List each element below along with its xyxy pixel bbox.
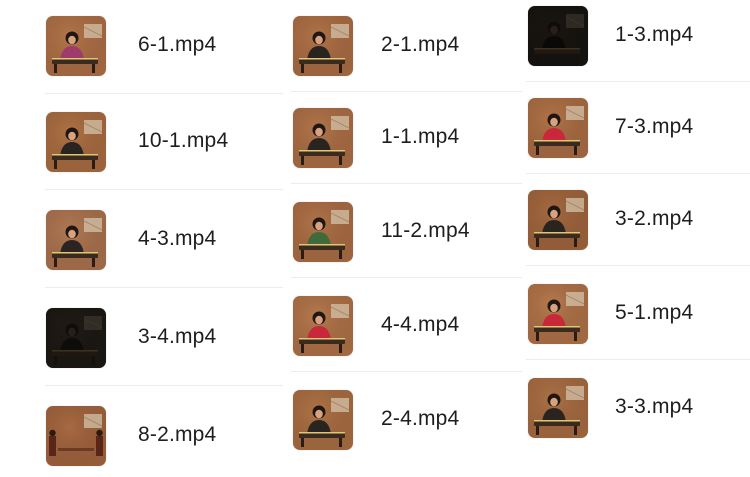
file-name[interactable]: 1-1.mp4	[381, 125, 459, 149]
file-name[interactable]: 7-3.mp4	[615, 115, 693, 139]
file-name[interactable]: 2-4.mp4	[381, 407, 459, 431]
file-item[interactable]: 3-2.mp4	[526, 174, 750, 266]
guzheng-performer-thumbnail[interactable]	[293, 108, 353, 168]
row-divider	[45, 93, 283, 94]
file-item[interactable]: 8-2.mp4	[45, 390, 283, 477]
file-item[interactable]: 1-3.mp4	[526, 0, 750, 82]
row-divider	[291, 371, 522, 372]
guzheng-performer-thumbnail[interactable]	[528, 378, 588, 438]
guzheng-performer-thumbnail[interactable]	[528, 190, 588, 250]
guzheng-performer-thumbnail[interactable]	[46, 112, 106, 172]
row-divider	[291, 183, 522, 184]
file-column-2: 2-1.mp4 1-1.mp4 11-2.mp4 4-4.mp4 2-4.mp4	[291, 0, 522, 477]
guzheng-performer-thumbnail[interactable]	[293, 16, 353, 76]
file-item[interactable]: 3-4.mp4	[45, 292, 283, 386]
file-name[interactable]: 1-3.mp4	[615, 23, 693, 47]
guzheng-red-performer-thumbnail[interactable]	[528, 284, 588, 344]
row-divider	[526, 265, 750, 266]
row-divider	[45, 287, 283, 288]
file-item[interactable]: 6-1.mp4	[45, 0, 283, 94]
file-column-3: 1-3.mp4 7-3.mp4 3-2.mp4 5-1.mp4 3-3.mp4	[526, 0, 750, 477]
file-name[interactable]: 2-1.mp4	[381, 33, 459, 57]
file-name[interactable]: 3-4.mp4	[138, 325, 216, 349]
file-item[interactable]: 5-1.mp4	[526, 268, 750, 360]
file-item[interactable]: 11-2.mp4	[291, 186, 522, 278]
guzheng-dark-stage-thumbnail[interactable]	[46, 308, 106, 368]
file-item[interactable]: 1-1.mp4	[291, 92, 522, 184]
guzheng-red-performer-thumbnail[interactable]	[528, 98, 588, 158]
file-item[interactable]: 4-3.mp4	[45, 194, 283, 288]
file-name[interactable]: 8-2.mp4	[138, 423, 216, 447]
row-divider	[526, 359, 750, 360]
file-item[interactable]: 7-3.mp4	[526, 82, 750, 174]
file-item[interactable]: 2-4.mp4	[291, 374, 522, 466]
file-name[interactable]: 4-4.mp4	[381, 313, 459, 337]
file-name[interactable]: 11-2.mp4	[381, 219, 470, 243]
file-item[interactable]: 3-3.mp4	[526, 362, 750, 454]
guzheng-singer-thumbnail[interactable]	[46, 210, 106, 270]
row-divider	[45, 189, 283, 190]
guzheng-green-performer-thumbnail[interactable]	[293, 202, 353, 262]
file-name[interactable]: 3-3.mp4	[615, 395, 693, 419]
file-name[interactable]: 4-3.mp4	[138, 227, 216, 251]
guzheng-duet-thumbnail[interactable]	[46, 406, 106, 466]
file-name[interactable]: 6-1.mp4	[138, 33, 216, 57]
row-divider	[291, 277, 522, 278]
file-item[interactable]: 10-1.mp4	[45, 96, 283, 190]
guzheng-red-performer-thumbnail[interactable]	[46, 16, 106, 76]
file-grid: 6-1.mp4 10-1.mp4 4-3.mp4 3-4.mp4 8-2.mp4 2-1…	[0, 0, 750, 477]
guzheng-red-performer-thumbnail[interactable]	[293, 296, 353, 356]
file-item[interactable]: 4-4.mp4	[291, 280, 522, 372]
file-name[interactable]: 3-2.mp4	[615, 207, 693, 231]
file-item[interactable]: 2-1.mp4	[291, 0, 522, 92]
file-name[interactable]: 5-1.mp4	[615, 301, 693, 325]
guzheng-performer-thumbnail[interactable]	[293, 390, 353, 450]
guzheng-dark-stage-thumbnail[interactable]	[528, 6, 588, 66]
file-column-1: 6-1.mp4 10-1.mp4 4-3.mp4 3-4.mp4 8-2.mp4	[45, 0, 283, 477]
row-divider	[45, 385, 283, 386]
file-name[interactable]: 10-1.mp4	[138, 129, 228, 153]
